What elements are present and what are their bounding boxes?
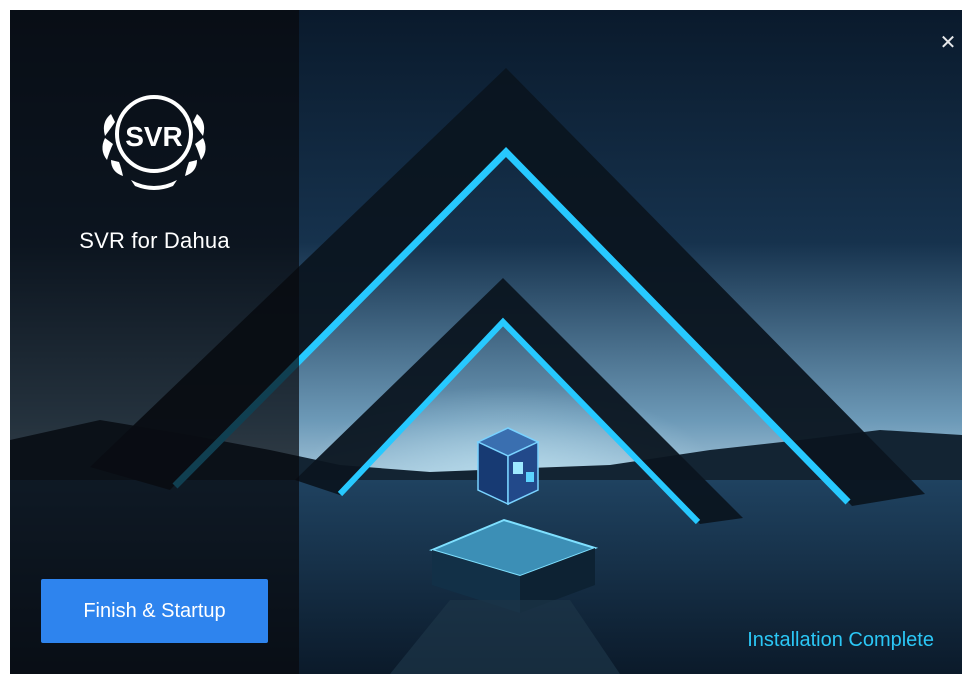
installer-window: SVR SVR for Dahua Finish & Startup ✕ Ins… (10, 10, 962, 674)
close-icon[interactable]: ✕ (936, 30, 960, 54)
svr-logo-icon: SVR (102, 95, 206, 190)
logo-text: SVR (125, 121, 183, 152)
app-title: SVR for Dahua (79, 228, 230, 253)
installation-status: Installation Complete (747, 629, 934, 651)
cube-icon (476, 427, 540, 506)
sidebar: SVR SVR for Dahua Finish & Startup (10, 10, 299, 674)
finish-startup-button[interactable]: Finish & Startup (41, 579, 268, 643)
